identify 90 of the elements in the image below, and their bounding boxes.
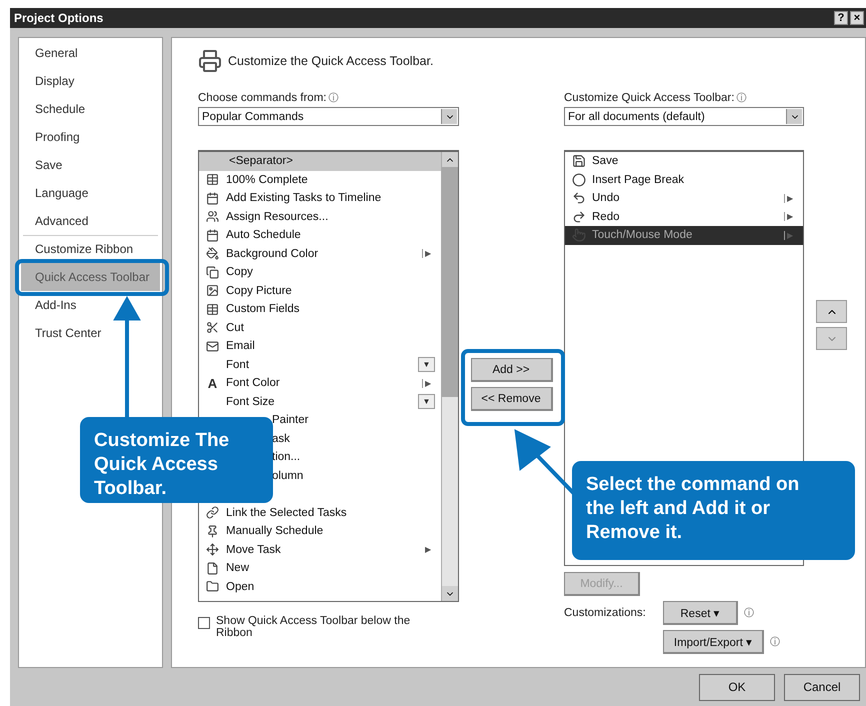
command-item[interactable]: Font ▼: [199, 356, 441, 374]
dropdown-icon[interactable]: ▼: [418, 394, 435, 410]
toolbar-item[interactable]: Insert Page Break: [565, 170, 803, 189]
command-item[interactable]: A Font Color ▶: [199, 374, 441, 392]
command-icon: [572, 154, 586, 168]
font-color-icon: A: [208, 376, 218, 391]
command-icon: [206, 543, 219, 556]
callout: Select the command on the left and Add it or Remove it.: [572, 461, 855, 560]
sidebar-item[interactable]: Save: [21, 151, 66, 179]
dropdown-icon[interactable]: ▼: [418, 357, 435, 372]
section-title: Customize the Quick Access Toolbar.: [228, 54, 434, 68]
command-icon: [206, 580, 219, 594]
command-item[interactable]: New: [199, 559, 441, 578]
command-icon: [206, 210, 219, 224]
sidebar-item[interactable]: Trust Center: [21, 319, 106, 347]
dropdown-icon: [786, 109, 802, 124]
checkbox[interactable]: [198, 617, 210, 629]
sidebar-item[interactable]: Display: [21, 67, 78, 95]
sidebar-item[interactable]: Add-Ins: [21, 291, 80, 319]
info-icon: ⓘ: [744, 606, 754, 620]
dropdown-icon: [441, 109, 457, 124]
toolbar-item[interactable]: Undo ▶: [565, 189, 803, 208]
command-icon: [206, 321, 219, 334]
ok-button[interactable]: OK: [699, 674, 775, 700]
callout: Customize The Quick Access Toolbar.: [80, 417, 273, 503]
toolbar-item[interactable]: Save: [565, 152, 803, 170]
command-item[interactable]: Custom Fields: [199, 300, 441, 318]
info-icon: ⓘ: [770, 635, 780, 649]
checkbox-label: Show Quick Access Toolbar below the Ribbon: [216, 615, 412, 639]
window-title: Project Options: [14, 11, 104, 25]
sidebar-item[interactable]: Quick Access Toolbar: [21, 263, 160, 291]
sidebar-item[interactable]: Customize Ribbon: [21, 235, 138, 263]
command-item[interactable]: Assign Resources...: [199, 208, 441, 226]
info-icon: ⓘ: [736, 91, 746, 105]
reset-button[interactable]: Reset ▾: [663, 601, 738, 625]
toolbar-item[interactable]: Touch/Mouse Mode ▶: [565, 226, 803, 244]
command-item[interactable]: Background Color ▶: [199, 244, 441, 263]
command-item[interactable]: Move Task ▶: [199, 540, 441, 559]
scrollbar[interactable]: [441, 152, 458, 601]
command-item[interactable]: Manually Schedule: [199, 522, 441, 540]
cancel-button[interactable]: Cancel: [784, 674, 860, 700]
command-icon: [206, 247, 219, 260]
field-label: Choose commands from:: [198, 91, 326, 106]
command-icon: [572, 210, 586, 224]
submenu-arrow-icon: ▶: [423, 545, 431, 554]
command-icon: [206, 266, 219, 279]
printer-icon: [198, 49, 222, 73]
command-item[interactable]: ask: [272, 432, 290, 445]
command-icon: [206, 340, 219, 353]
sidebar-item[interactable]: Proofing: [21, 123, 84, 151]
command-icon: [206, 173, 219, 186]
command-icon: [572, 228, 586, 242]
command-item[interactable]: Cut: [199, 318, 441, 337]
sidebar-item[interactable]: General: [21, 39, 82, 67]
command-item[interactable]: Copy: [199, 263, 441, 282]
command-item[interactable]: <Separator>: [199, 152, 441, 170]
command-icon: [206, 228, 219, 242]
command-item[interactable]: Font Size ▼: [199, 392, 441, 411]
help-button[interactable]: ?: [834, 11, 848, 25]
command-icon: [206, 562, 219, 575]
command-item[interactable]: olumn: [272, 470, 304, 482]
sidebar-item[interactable]: Language: [21, 179, 92, 207]
command-icon: [206, 524, 219, 538]
commands-dropdown[interactable]: Popular Commands: [198, 107, 459, 126]
command-item[interactable]: Painter: [272, 414, 308, 426]
remove-button[interactable]: << Remove: [470, 387, 552, 411]
sidebar-item[interactable]: Advanced: [21, 207, 92, 235]
command-item[interactable]: Auto Schedule: [199, 226, 441, 244]
command-icon: [206, 506, 219, 520]
field-label: Customize Quick Access Toolbar:: [564, 91, 734, 106]
command-item[interactable]: tion...: [272, 451, 300, 464]
command-icon: [206, 284, 219, 298]
customizations-label: Customizations:: [564, 606, 647, 621]
command-icon: [206, 192, 219, 205]
import-export-button[interactable]: Import/Export ▾: [663, 630, 764, 654]
info-icon: ⓘ: [328, 91, 338, 105]
sidebar-item[interactable]: Schedule: [21, 95, 90, 123]
close-button[interactable]: ×: [850, 11, 864, 25]
command-item[interactable]: Email: [199, 337, 441, 356]
command-icon: [572, 191, 586, 206]
command-item[interactable]: Add Existing Tasks to Timeline: [199, 189, 441, 208]
command-icon: [572, 172, 586, 187]
toolbar-item[interactable]: Redo ▶: [565, 208, 803, 226]
command-item[interactable]: 100% Complete: [199, 170, 441, 189]
command-item[interactable]: Link the Selected Tasks: [199, 504, 441, 522]
toolbar-dropdown[interactable]: For all documents (default): [564, 107, 804, 126]
command-item[interactable]: Copy Picture: [199, 282, 441, 300]
command-icon: [206, 302, 219, 316]
command-item[interactable]: Open: [199, 578, 441, 596]
add-button[interactable]: Add >>: [470, 358, 552, 382]
